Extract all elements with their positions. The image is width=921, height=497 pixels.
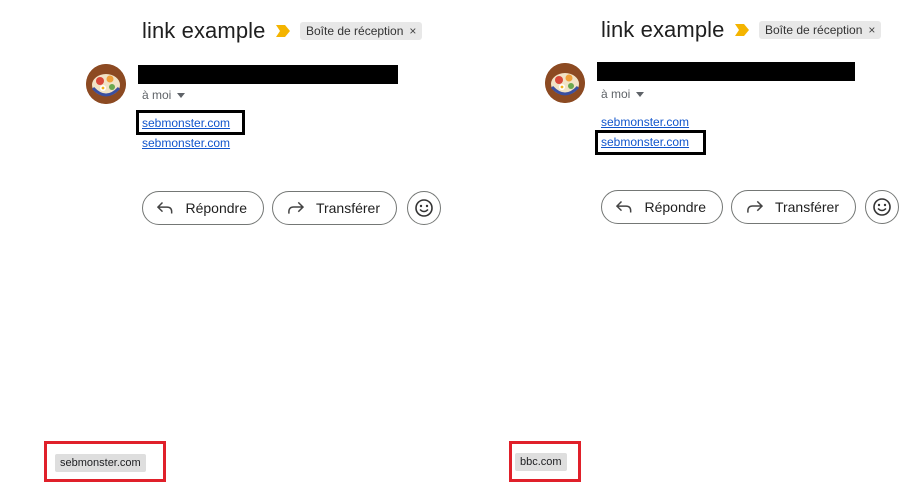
reply-button-label: Répondre: [644, 199, 707, 215]
email-link-1[interactable]: sebmonster.com: [142, 116, 230, 130]
sender-name-redacted: [597, 62, 855, 81]
forward-button-label: Transférer: [774, 199, 839, 215]
status-bar-url: sebmonster.com: [55, 454, 146, 472]
emoji-reaction-button[interactable]: [865, 190, 899, 224]
email-panel-left: link example Boîte de réception × à moi s…: [0, 0, 460, 497]
email-panel-right: link example Boîte de réception × à moi s…: [460, 0, 921, 497]
inbox-label-text: Boîte de réception: [765, 23, 863, 37]
email-subject: link example: [142, 18, 266, 43]
emoji-smiley-icon: [873, 198, 891, 216]
recipient-line[interactable]: à moi: [142, 88, 186, 102]
sender-name-redacted: [138, 65, 398, 84]
reply-arrow-icon: [157, 201, 173, 214]
inbox-label-text: Boîte de réception: [306, 24, 404, 38]
food-bowl-avatar-icon: [545, 63, 585, 103]
reply-button[interactable]: Répondre: [142, 191, 264, 225]
email-link-2[interactable]: sebmonster.com: [142, 136, 230, 150]
forward-button-label: Transférer: [315, 200, 380, 216]
forward-button[interactable]: Transférer: [272, 191, 397, 225]
email-subject: link example: [601, 17, 725, 42]
inbox-label-chip: Boîte de réception ×: [300, 22, 423, 40]
importance-marker-icon[interactable]: [735, 24, 749, 36]
reply-button-label: Répondre: [185, 200, 248, 216]
remove-label-button[interactable]: ×: [868, 23, 875, 37]
sender-avatar[interactable]: [545, 63, 585, 103]
email-link-2[interactable]: sebmonster.com: [601, 135, 689, 149]
reply-arrow-icon: [616, 200, 632, 213]
status-bar-url: bbc.com: [515, 453, 567, 471]
forward-arrow-icon: [747, 200, 763, 213]
emoji-reaction-button[interactable]: [407, 191, 441, 225]
sender-avatar[interactable]: [86, 64, 126, 104]
recipient-line[interactable]: à moi: [601, 87, 645, 101]
caret-down-icon[interactable]: [636, 92, 645, 98]
emoji-smiley-icon: [415, 199, 433, 217]
forward-button[interactable]: Transférer: [731, 190, 856, 224]
recipient-text: à moi: [601, 87, 631, 101]
inbox-label-chip: Boîte de réception ×: [759, 21, 882, 39]
importance-marker-icon[interactable]: [276, 25, 290, 37]
remove-label-button[interactable]: ×: [409, 24, 416, 38]
food-bowl-avatar-icon: [86, 64, 126, 104]
reply-button[interactable]: Répondre: [601, 190, 723, 224]
email-link-1[interactable]: sebmonster.com: [601, 115, 689, 129]
caret-down-icon[interactable]: [177, 93, 186, 99]
forward-arrow-icon: [288, 201, 304, 214]
recipient-text: à moi: [142, 88, 172, 102]
